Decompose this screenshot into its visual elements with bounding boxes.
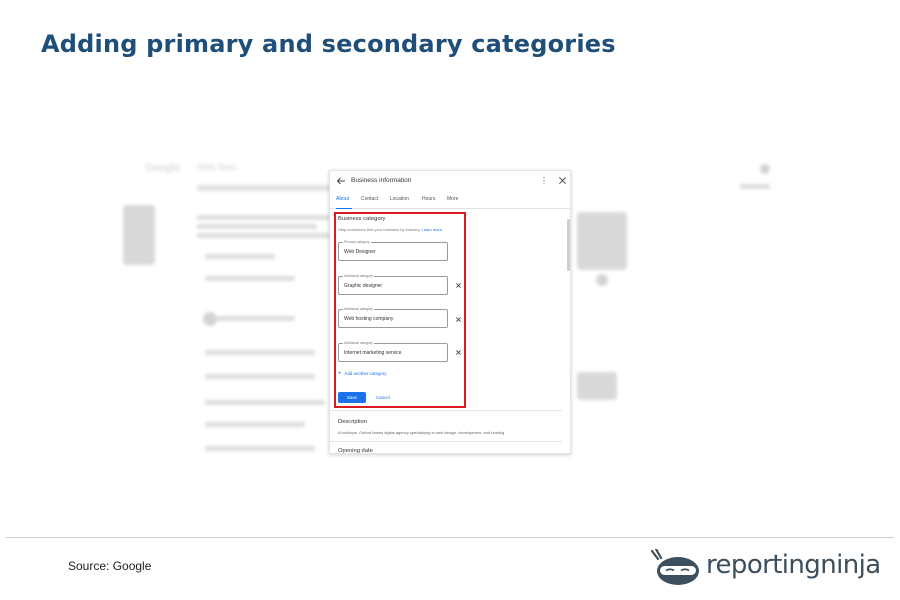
- background-line: [197, 215, 347, 220]
- background-left-panel: [123, 205, 155, 265]
- dialog-header: Business information ⋮: [330, 171, 570, 193]
- background-tabs: [197, 185, 347, 191]
- background-line: [205, 422, 305, 427]
- description-text: A boutique, Oxford based digital agency …: [338, 430, 506, 435]
- background-line: [205, 254, 275, 259]
- logo-text: reportingninja: [706, 550, 881, 580]
- tab-more[interactable]: More: [447, 196, 458, 202]
- back-arrow-icon[interactable]: [336, 176, 346, 186]
- background-line: [205, 374, 315, 379]
- section-divider: [330, 441, 562, 442]
- background-photo: [577, 212, 627, 270]
- background-search-text: Web Desi: [197, 162, 236, 172]
- dialog-tabs: About Contact Location Hours More: [330, 195, 570, 209]
- active-tab-indicator: [336, 207, 352, 209]
- section-divider: [330, 410, 562, 411]
- close-icon[interactable]: [558, 176, 567, 185]
- reportingninja-logo: reportingninja: [650, 545, 881, 587]
- background-line: [740, 184, 770, 189]
- category-highlight-box: [334, 212, 466, 408]
- background-map: [577, 372, 617, 400]
- opening-date-heading: Opening date: [338, 448, 373, 454]
- background-line: [205, 276, 295, 281]
- ninja-head-icon: [650, 549, 699, 585]
- tab-about[interactable]: About: [336, 196, 349, 202]
- tab-hours[interactable]: Hours: [422, 196, 435, 202]
- background-badge: [596, 274, 608, 286]
- background-line: [205, 446, 315, 451]
- dialog-title: Business information: [351, 177, 412, 184]
- background-profile-icon: [760, 164, 770, 174]
- background-line: [205, 400, 325, 405]
- background-google-logo: Google: [145, 162, 181, 174]
- slide: Adding primary and secondary categories …: [0, 0, 900, 600]
- footer-divider: [6, 537, 894, 538]
- description-heading: Description: [338, 419, 367, 425]
- scrollbar[interactable]: [567, 219, 570, 271]
- background-avatar: [203, 312, 217, 326]
- source-caption: Source: Google: [68, 559, 152, 573]
- tab-contact[interactable]: Contact: [361, 196, 378, 202]
- background-line: [197, 233, 337, 238]
- tab-location[interactable]: Location: [390, 196, 409, 202]
- more-vert-icon[interactable]: ⋮: [540, 176, 548, 186]
- background-line: [197, 224, 317, 229]
- background-line: [215, 316, 295, 321]
- business-information-dialog: Business information ⋮ About Contact Loc…: [329, 170, 571, 454]
- background-line: [205, 350, 315, 355]
- slide-title: Adding primary and secondary categories: [41, 30, 616, 58]
